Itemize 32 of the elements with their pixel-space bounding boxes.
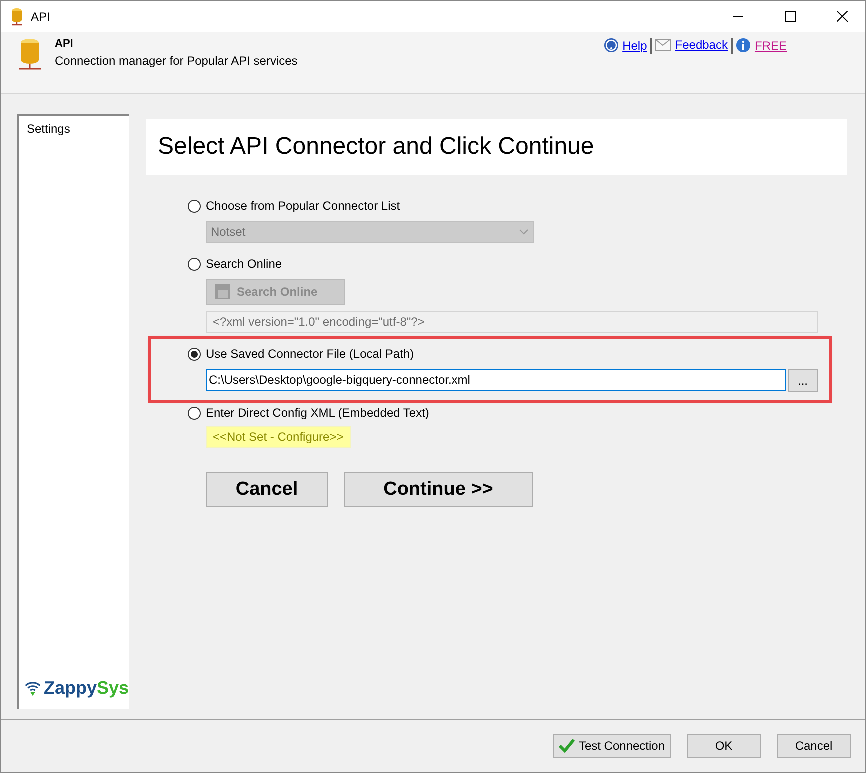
cancel-button[interactable]: Cancel [777,734,851,758]
radio-button[interactable] [188,348,201,360]
configure-link[interactable]: <<Not Set - Configure>> [206,426,351,448]
file-path-field[interactable]: C:\Users\Desktop\google-bigquery-connector.xml [206,369,786,391]
zappysys-logo: ZappySys [25,678,129,699]
maximize-icon [784,11,796,22]
feedback-link[interactable]: Feedback [675,38,728,52]
database-icon [17,38,43,72]
wifi-icon [25,680,41,698]
check-icon [558,739,575,753]
help-icon [604,38,619,53]
document-icon [215,284,231,300]
envelope-icon [655,39,672,51]
help-link[interactable]: Help [622,38,648,52]
info-icon [736,38,751,53]
close-icon [836,11,848,22]
free-link[interactable]: FREE [754,38,787,52]
chevron-down-icon [519,229,529,235]
cancel-button[interactable]: Cancel [206,472,328,507]
radio-button[interactable] [188,406,201,420]
header-title: API [55,38,74,50]
browse-button[interactable]: ... [788,369,818,392]
window-title: API [31,10,52,24]
sidebar-item[interactable]: Settings [25,122,129,136]
option-label[interactable]: Enter Direct Config XML (Embedded Text) [206,406,430,420]
test-connection-button[interactable]: Test Connection [553,734,671,758]
header-subtitle: Connection manager for Popular API services [55,54,299,68]
option-label[interactable]: Use Saved Connector File (Local Path) [206,347,414,361]
database-icon [11,8,25,26]
ok-button[interactable]: OK [687,734,761,758]
page-heading: Select API Connector and Click Continue [146,119,847,175]
continue-button[interactable]: Continue >> [344,472,533,507]
